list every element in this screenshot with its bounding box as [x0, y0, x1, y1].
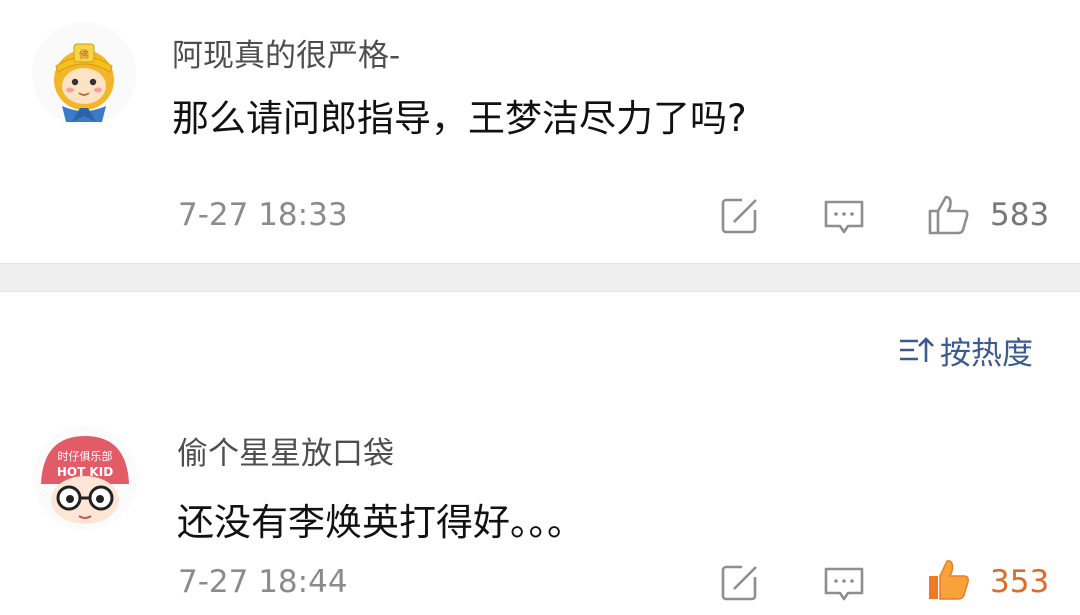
liked-icon[interactable] — [926, 558, 970, 602]
comment-text: 还没有李焕英打得好。。。 — [177, 501, 584, 544]
like-count: 353 — [990, 564, 1050, 600]
username[interactable]: 偷个星星放口袋 — [177, 428, 394, 473]
share-edit-icon[interactable] — [718, 561, 762, 605]
comment-item: 时仔俱乐部 HOT KID 偷个星星放口袋 还没有李焕英打得好。。。 7-27 … — [0, 0, 1080, 615]
girl-avatar-icon: 时仔俱乐部 HOT KID — [33, 426, 137, 530]
svg-text:时仔俱乐部: 时仔俱乐部 — [58, 449, 113, 463]
comment-icon[interactable] — [822, 561, 866, 605]
timestamp: 7-27 18:44 — [178, 564, 348, 600]
avatar[interactable]: 时仔俱乐部 HOT KID — [33, 426, 137, 530]
